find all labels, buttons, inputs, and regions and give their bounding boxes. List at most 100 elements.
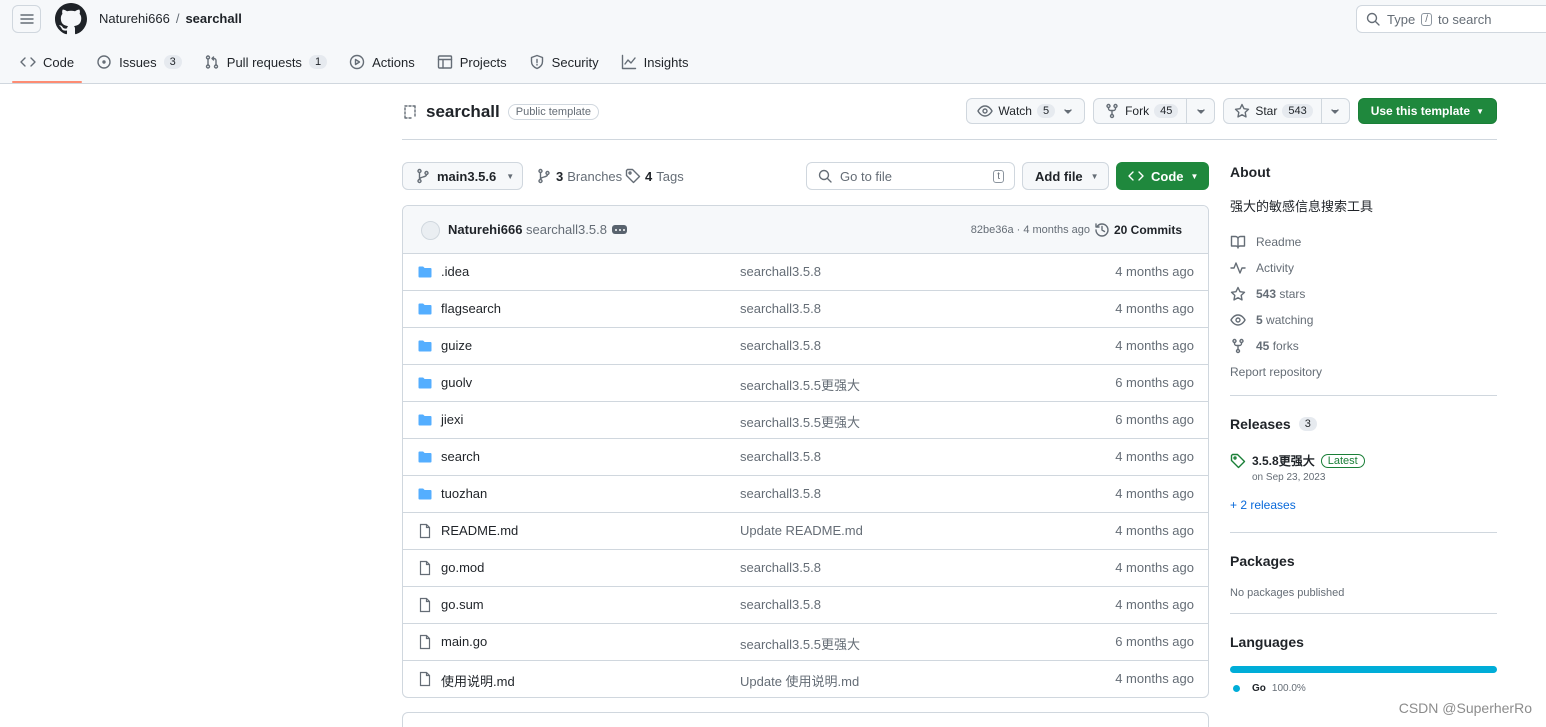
- file-commit-message[interactable]: searchall3.5.8: [740, 486, 821, 501]
- watch-button[interactable]: Watch 5: [966, 98, 1086, 124]
- tab-code[interactable]: Code: [12, 44, 83, 83]
- repo-actions: Watch 5 Fork 45 Star 543 Use this templa…: [966, 98, 1497, 124]
- tab-pull-requests[interactable]: Pull requests 1: [196, 44, 335, 80]
- file-list: .idea searchall3.5.8 4 months ago flagsearc…: [403, 254, 1208, 697]
- star-label: Star: [1255, 104, 1278, 118]
- table-row[interactable]: tuozhan searchall3.5.8 4 months ago: [403, 476, 1208, 513]
- star-dropdown-button[interactable]: [1320, 99, 1349, 123]
- use-template-button[interactable]: Use this template ▼: [1357, 98, 1497, 124]
- forks-label: forks: [1272, 339, 1299, 353]
- tab-security[interactable]: Security: [521, 44, 607, 80]
- table-row[interactable]: go.sum searchall3.5.8 4 months ago: [403, 587, 1208, 624]
- readme-link[interactable]: Readme: [1230, 229, 1497, 255]
- commit-author[interactable]: Naturehi666: [448, 222, 522, 237]
- file-name-link[interactable]: tuozhan: [441, 486, 487, 501]
- tab-issues[interactable]: Issues 3: [88, 44, 190, 80]
- table-row[interactable]: README.md Update README.md 4 months ago: [403, 513, 1208, 550]
- file-icon: [417, 634, 433, 650]
- language-bar: [1230, 666, 1497, 673]
- global-search-input[interactable]: Type / to search: [1356, 5, 1546, 33]
- file-commit-message[interactable]: searchall3.5.5更强大: [740, 412, 860, 431]
- packages-header[interactable]: Packages: [1230, 553, 1497, 569]
- file-name-link[interactable]: main.go: [441, 634, 487, 649]
- breadcrumb-repo[interactable]: searchall: [185, 11, 241, 26]
- stars-label: stars: [1279, 287, 1306, 301]
- file-commit-message[interactable]: searchall3.5.8: [740, 264, 821, 279]
- code-dropdown-button[interactable]: Code ▼: [1116, 162, 1209, 190]
- file-name-link[interactable]: go.sum: [441, 597, 484, 612]
- fork-dropdown-button[interactable]: [1186, 99, 1214, 123]
- file-name-link[interactable]: search: [441, 449, 480, 464]
- branch-selector[interactable]: main3.5.6 ▼: [402, 162, 523, 190]
- go-to-file-input[interactable]: Go to file t: [806, 162, 1015, 190]
- more-releases-link[interactable]: + 2 releases: [1230, 498, 1497, 512]
- commit-message[interactable]: searchall3.5.8: [526, 222, 607, 237]
- latest-release[interactable]: 3.5.8更强大 Latest on Sep 23, 2023: [1230, 450, 1497, 490]
- tab-insights-label: Insights: [643, 54, 689, 70]
- table-row[interactable]: go.mod searchall3.5.8 4 months ago: [403, 550, 1208, 587]
- watching-link[interactable]: 5 watching: [1230, 307, 1497, 333]
- releases-title: Releases: [1230, 416, 1291, 432]
- table-row[interactable]: .idea searchall3.5.8 4 months ago: [403, 254, 1208, 291]
- eye-icon: [1230, 312, 1246, 328]
- file-name-link[interactable]: guize: [441, 338, 472, 353]
- file-commit-message[interactable]: searchall3.5.5更强大: [740, 634, 860, 653]
- file-commit-message[interactable]: searchall3.5.8: [740, 338, 821, 353]
- commit-hash-time[interactable]: 82be36a · 4 months ago: [971, 224, 1090, 236]
- branch-icon: [415, 168, 431, 184]
- chevron-down-icon: ▼: [1090, 171, 1099, 181]
- table-row[interactable]: search searchall3.5.8 4 months ago: [403, 439, 1208, 476]
- file-name-link[interactable]: guolv: [441, 375, 472, 390]
- readme-label: Readme: [1256, 235, 1302, 249]
- file-name-link[interactable]: flagsearch: [441, 301, 501, 316]
- file-commit-message[interactable]: searchall3.5.8: [740, 597, 821, 612]
- file-commit-message[interactable]: searchall3.5.5更强大: [740, 375, 860, 394]
- branches-link[interactable]: 3 Branches: [536, 168, 622, 184]
- menu-button[interactable]: [12, 5, 41, 33]
- repo-title: searchall Public template: [402, 102, 599, 122]
- stars-link[interactable]: 543 stars: [1230, 281, 1497, 307]
- watch-label: Watch: [998, 104, 1032, 118]
- table-row[interactable]: guolv searchall3.5.5更强大 6 months ago: [403, 365, 1208, 402]
- file-commit-message[interactable]: searchall3.5.8: [740, 560, 821, 575]
- fork-button[interactable]: Fork 45: [1093, 98, 1216, 124]
- breadcrumb: Naturehi666 / searchall: [99, 11, 242, 26]
- activity-link[interactable]: Activity: [1230, 255, 1497, 281]
- table-row[interactable]: main.go searchall3.5.5更强大 6 months ago: [403, 624, 1208, 661]
- ellipsis-icon[interactable]: [612, 225, 627, 234]
- forks-link[interactable]: 45 forks: [1230, 333, 1497, 359]
- report-repository-link[interactable]: Report repository: [1230, 359, 1497, 385]
- tab-insights[interactable]: Insights: [613, 44, 697, 80]
- github-logo-icon[interactable]: [55, 3, 87, 35]
- file-name-link[interactable]: .idea: [441, 264, 469, 279]
- file-name-link[interactable]: 使用说明.md: [441, 671, 515, 690]
- table-row[interactable]: guize searchall3.5.8 4 months ago: [403, 328, 1208, 365]
- avatar[interactable]: [421, 221, 440, 240]
- file-commit-date: 6 months ago: [1115, 412, 1194, 427]
- repo-name[interactable]: searchall: [426, 102, 500, 122]
- table-row[interactable]: flagsearch searchall3.5.8 4 months ago: [403, 291, 1208, 328]
- language-item-go[interactable]: Go 100.0%: [1230, 683, 1497, 694]
- file-commit-message[interactable]: Update 使用说明.md: [740, 671, 859, 690]
- add-file-button[interactable]: Add file ▼: [1022, 162, 1109, 190]
- file-commit-message[interactable]: searchall3.5.8: [740, 449, 821, 464]
- tab-actions[interactable]: Actions: [341, 44, 423, 80]
- file-commit-message[interactable]: searchall3.5.8: [740, 301, 821, 316]
- releases-header[interactable]: Releases 3: [1230, 416, 1497, 432]
- commits-link[interactable]: 20 Commits: [1094, 222, 1182, 238]
- watch-count: 5: [1036, 104, 1056, 118]
- breadcrumb-owner[interactable]: Naturehi666: [99, 11, 170, 26]
- languages-title: Languages: [1230, 634, 1304, 650]
- eye-icon: [977, 103, 994, 119]
- file-name-link[interactable]: go.mod: [441, 560, 484, 575]
- file-commit-date: 6 months ago: [1115, 375, 1194, 390]
- star-button[interactable]: Star 543: [1223, 98, 1350, 124]
- tab-projects[interactable]: Projects: [429, 44, 515, 80]
- table-row[interactable]: 使用说明.md Update 使用说明.md 4 months ago: [403, 661, 1208, 697]
- file-name-link[interactable]: README.md: [441, 523, 518, 538]
- tags-link[interactable]: 4 Tags: [625, 168, 684, 184]
- tab-security-label: Security: [551, 54, 599, 70]
- table-row[interactable]: jiexi searchall3.5.5更强大 6 months ago: [403, 402, 1208, 439]
- file-commit-message[interactable]: Update README.md: [740, 523, 863, 538]
- file-name-link[interactable]: jiexi: [441, 412, 463, 427]
